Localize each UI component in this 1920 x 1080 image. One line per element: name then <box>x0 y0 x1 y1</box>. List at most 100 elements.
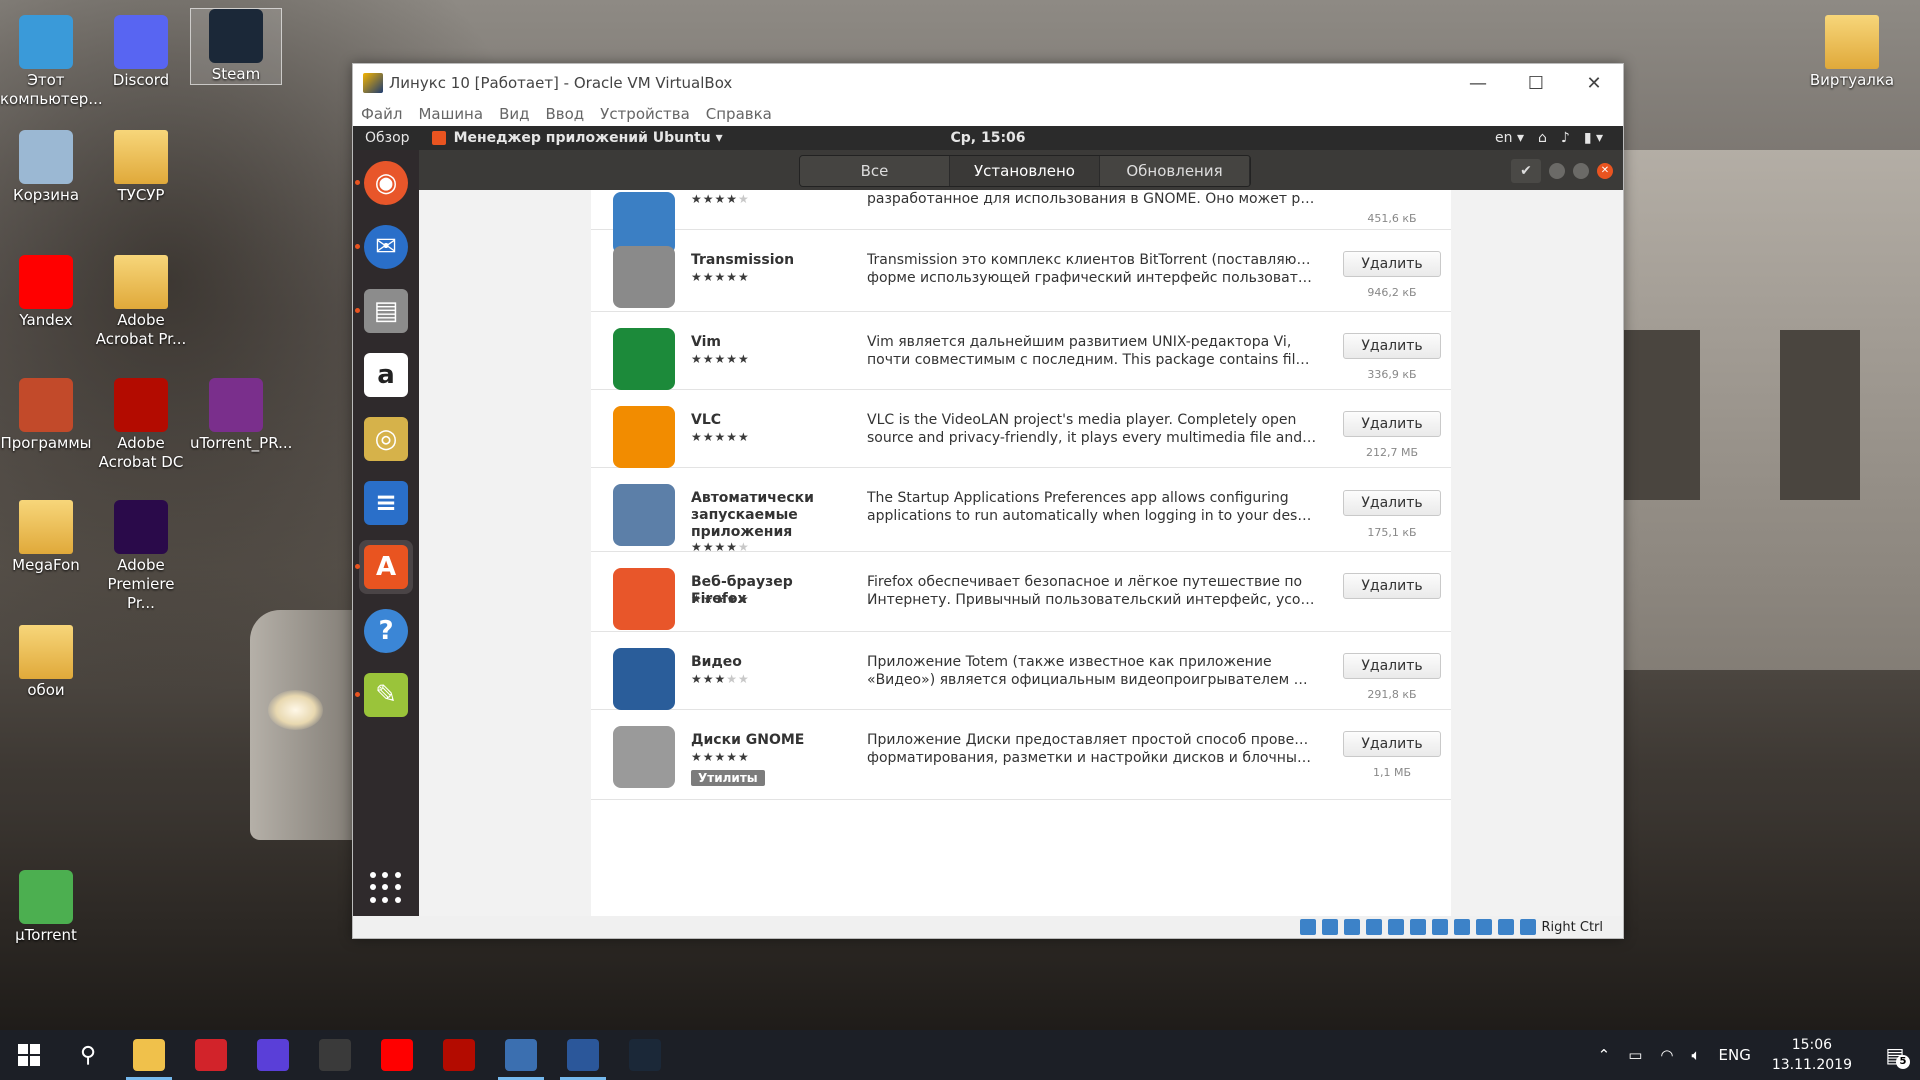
menu-view[interactable]: Вид <box>499 105 529 123</box>
cpu-status-icon[interactable] <box>1475 919 1492 935</box>
desktop-icon-0[interactable]: Этот компьютер... <box>0 15 103 109</box>
dock-rhythmbox[interactable]: ◎ <box>359 412 413 466</box>
remove-button[interactable]: Удалить <box>1343 731 1441 757</box>
taskbar-clock[interactable]: 15:06 13.11.2019 <box>1772 1035 1852 1075</box>
hdd-status-icon[interactable] <box>1299 919 1316 935</box>
remove-button[interactable]: Удалить <box>1343 490 1441 516</box>
desktop-icon-10[interactable]: MegaFon <box>0 500 92 575</box>
mouse-integration-icon[interactable] <box>1497 919 1514 935</box>
desktop-icon-1[interactable]: Discord <box>95 15 187 90</box>
top-bar-clock[interactable]: Ср, 15:06 <box>950 130 1025 146</box>
menu-help[interactable]: Справка <box>706 105 772 123</box>
desktop-icon-8[interactable]: Adobe Acrobat DC <box>95 378 187 472</box>
remove-button[interactable]: Удалить <box>1343 653 1441 679</box>
shared-folders-icon[interactable] <box>1409 919 1426 935</box>
menu-devices[interactable]: Устройства <box>600 105 690 123</box>
taskbar-app-1[interactable] <box>180 1030 242 1080</box>
desktop-icon-11[interactable]: Adobe Premiere Pr... <box>95 500 187 613</box>
start-button[interactable] <box>0 1030 58 1080</box>
remove-button[interactable]: Удалить <box>1343 573 1441 599</box>
category-tag[interactable]: Утилиты <box>691 770 765 786</box>
minimize-button[interactable]: — <box>1449 73 1507 94</box>
dock-thunderbird[interactable]: ✉ <box>355 220 413 274</box>
dock-help[interactable]: ? <box>359 604 413 658</box>
app-row[interactable]: Диски GNOME ★★★★★ Приложение Диски предост… <box>591 710 1451 800</box>
window-minimize-button[interactable] <box>1549 163 1565 179</box>
menu-input[interactable]: Ввод <box>545 105 584 123</box>
wifi-icon[interactable]: ◠ <box>1660 1046 1673 1064</box>
input-language[interactable]: ENG <box>1719 1046 1751 1064</box>
audio-status-icon[interactable] <box>1343 919 1360 935</box>
close-button[interactable]: ✕ <box>1565 73 1623 94</box>
show-applications-button[interactable] <box>370 872 402 904</box>
volume-icon[interactable]: ♪ <box>1561 130 1570 146</box>
search-icon[interactable]: ⚲ <box>58 1043 118 1068</box>
desktop-icon-9[interactable]: uTorrent_PR... <box>190 378 292 453</box>
app-row[interactable]: Vim ★★★★★ Vim является дальнейшим развитие… <box>591 312 1451 390</box>
desktop-icon-3[interactable]: Корзина <box>0 130 92 205</box>
dock-software[interactable]: A <box>355 540 413 594</box>
dock-firefox[interactable]: ◉ <box>355 156 413 210</box>
desktop-icon-6[interactable]: Adobe Acrobat Pr... <box>95 255 187 349</box>
battery-icon[interactable]: ▭ <box>1628 1046 1642 1064</box>
window-titlebar[interactable]: Линукс 10 [Работает] - Oracle VM Virtual… <box>353 64 1623 102</box>
desktop-icon-13[interactable]: µTorrent <box>0 870 92 945</box>
optical-status-icon[interactable] <box>1321 919 1338 935</box>
app-row[interactable]: ★★★★★ разработанное для использования в G… <box>591 190 1451 254</box>
language-indicator[interactable]: en ▾ <box>1495 130 1524 146</box>
taskbar-app-4[interactable] <box>366 1030 428 1080</box>
window-close-button[interactable]: ✕ <box>1597 163 1613 179</box>
virtualbox-window[interactable]: Линукс 10 [Работает] - Oracle VM Virtual… <box>352 63 1624 939</box>
writer-icon: ≡ <box>364 481 408 525</box>
battery-icon[interactable]: ▮ ▾ <box>1584 130 1603 146</box>
desktop-icon-2[interactable]: Steam <box>190 8 282 85</box>
tab-installed[interactable]: Установлено <box>950 156 1100 186</box>
app-menu[interactable]: Менеджер приложений Ubuntu ▾ <box>431 130 723 146</box>
select-mode-button[interactable]: ✔ <box>1511 159 1541 183</box>
taskbar-app-6[interactable] <box>490 1030 552 1080</box>
recording-status-icon[interactable] <box>1453 919 1470 935</box>
desktop-icon-5[interactable]: Yandex <box>0 255 92 330</box>
installed-apps-list[interactable]: ★★★★★ разработанное для использования в G… <box>591 190 1451 918</box>
app-row[interactable]: Видео ★★★★★ Приложение Totem (также извест… <box>591 632 1451 710</box>
app-row[interactable]: Автоматически запускаемые приложения ★★★★… <box>591 468 1451 554</box>
dock-writer[interactable]: ≡ <box>359 476 413 530</box>
maximize-button[interactable]: ☐ <box>1507 73 1565 94</box>
activities-button[interactable]: Обзор <box>365 130 410 146</box>
taskbar-app-5[interactable] <box>428 1030 490 1080</box>
tab-updates[interactable]: Обновления <box>1100 156 1250 186</box>
taskbar-app-2[interactable] <box>242 1030 304 1080</box>
desktop-icon-4[interactable]: ТУСУР <box>95 130 187 205</box>
keyboard-capture-icon[interactable] <box>1519 919 1536 935</box>
dock-monitor[interactable]: ✎ <box>355 668 413 722</box>
taskbar-app-0[interactable] <box>118 1030 180 1080</box>
remove-button[interactable]: Удалить <box>1343 333 1441 359</box>
menu-file[interactable]: Файл <box>361 105 402 123</box>
dock-amazon[interactable]: a <box>359 348 413 402</box>
running-indicator <box>355 308 360 313</box>
dock-files[interactable]: ▤ <box>355 284 413 338</box>
speaker-icon[interactable]: 🔈︎ <box>1691 1046 1700 1064</box>
window-maximize-button[interactable] <box>1573 163 1589 179</box>
display-status-icon[interactable] <box>1431 919 1448 935</box>
chevron-up-icon[interactable]: ⌃ <box>1598 1046 1611 1064</box>
desktop-icon-7[interactable]: Программы <box>0 378 92 453</box>
usb-status-icon[interactable] <box>1387 919 1404 935</box>
desktop-icon-12[interactable]: обои <box>0 625 92 700</box>
tab-all[interactable]: Все <box>800 156 950 186</box>
menu-machine[interactable]: Машина <box>418 105 483 123</box>
desktop-icon-14[interactable]: Виртуалка <box>1806 15 1898 90</box>
remove-button[interactable]: Удалить <box>1343 411 1441 437</box>
taskbar-app-8[interactable] <box>614 1030 676 1080</box>
app-row[interactable]: Transmission ★★★★★ Transmission это компле… <box>591 230 1451 312</box>
guest-screen[interactable]: Обзор Менеджер приложений Ubuntu ▾ Ср, 1… <box>353 126 1623 918</box>
network-status-icon[interactable] <box>1365 919 1382 935</box>
taskbar-app-3[interactable] <box>304 1030 366 1080</box>
remove-button[interactable]: Удалить <box>1343 251 1441 277</box>
network-icon[interactable]: ⌂ <box>1538 130 1547 146</box>
notifications-icon[interactable]: ▤ 5 <box>1870 1043 1920 1069</box>
app-row[interactable]: VLC ★★★★★ VLC is the VideoLAN project's me… <box>591 390 1451 468</box>
app-row[interactable]: Веб-браузер Firefox ★★★★★ Firefox обеспечи… <box>591 552 1451 632</box>
taskbar-app-7[interactable] <box>552 1030 614 1080</box>
thunderbird-icon: ✉ <box>364 225 408 269</box>
